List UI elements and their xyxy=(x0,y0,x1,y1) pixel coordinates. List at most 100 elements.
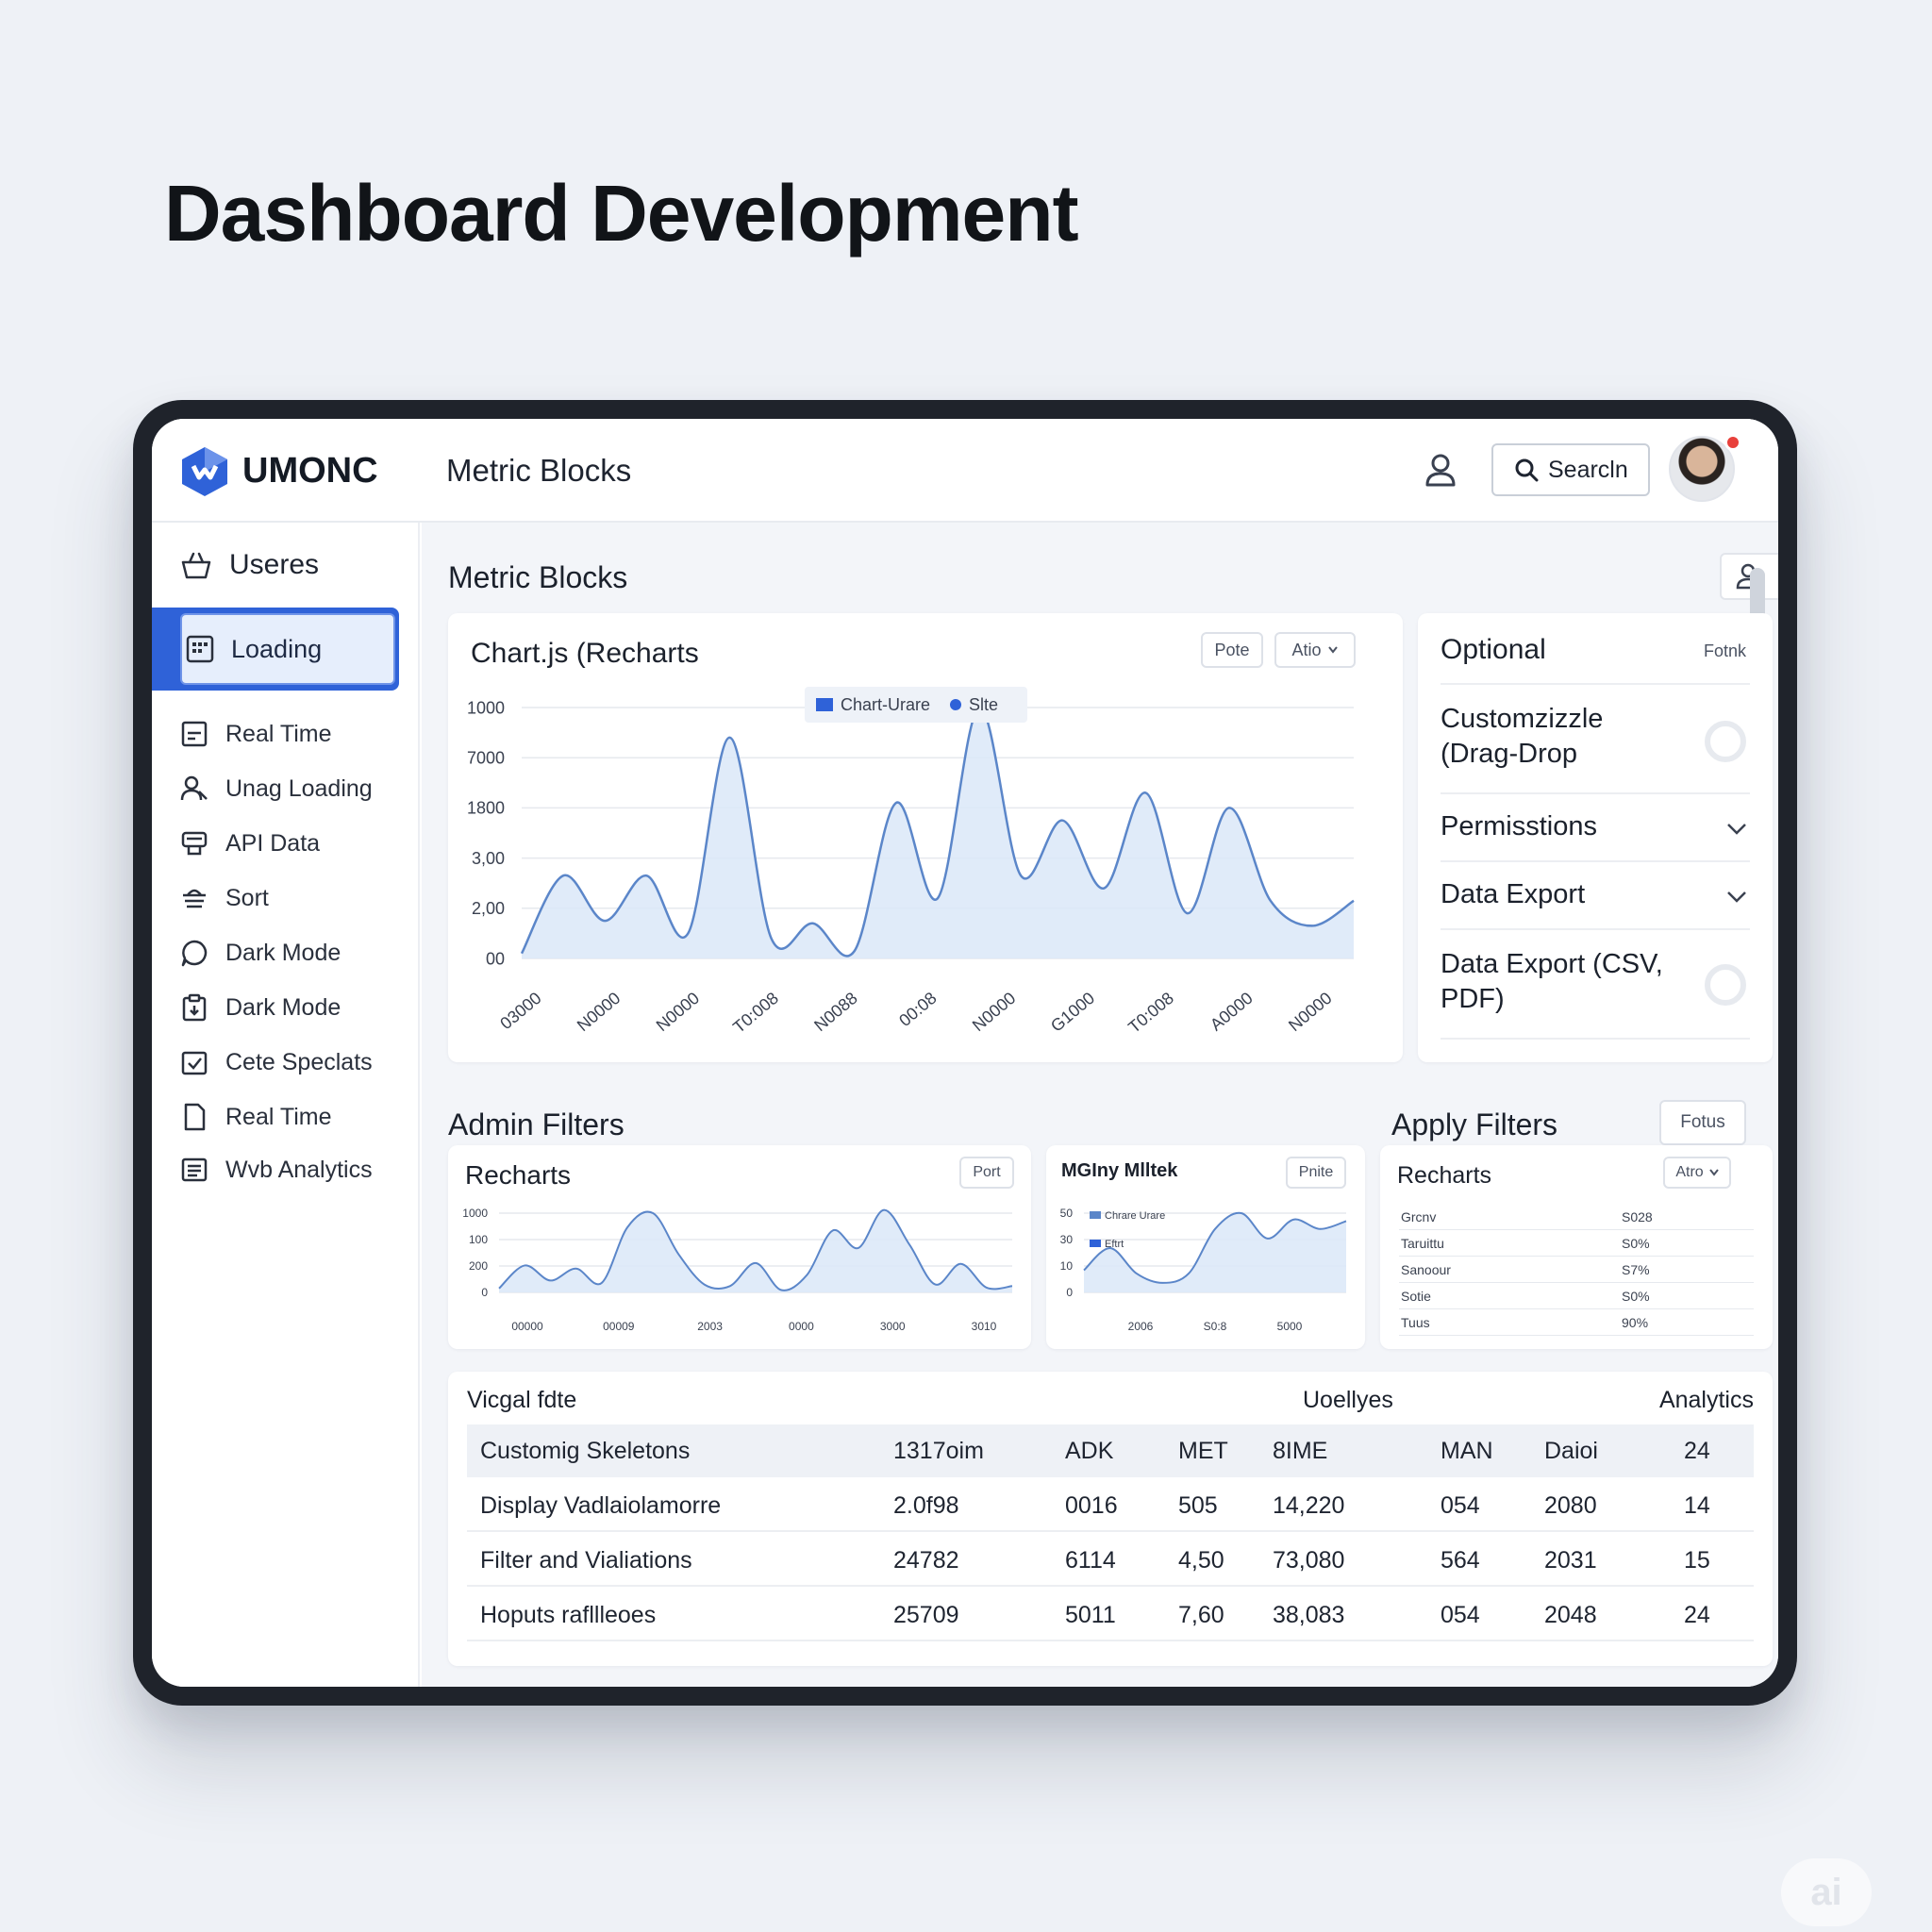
table-label-right: Analytics xyxy=(1658,1387,1754,1413)
option-row-data-export-csv[interactable]: Data Export (CSV, PDF) xyxy=(1441,930,1750,1040)
x-tick-label: N0000 xyxy=(574,989,624,1035)
toggle-ring[interactable] xyxy=(1705,964,1746,1006)
x-tick-label: 2006 xyxy=(1128,1320,1154,1333)
search-label: Searcln xyxy=(1548,456,1628,483)
table-cell: Customig Skeletons xyxy=(480,1438,691,1464)
ai-watermark-icon: ai xyxy=(1781,1858,1872,1926)
sidebar-item-wvb-analytics[interactable]: Wvb Analytics xyxy=(180,1149,373,1191)
table-row[interactable]: Hoputs rafllleoes 25709 5011 7,60 38,083 054 2… xyxy=(467,1589,1754,1641)
x-tick-label: 3000 xyxy=(880,1320,906,1333)
sidebar-item-active[interactable]: Loading xyxy=(152,608,399,691)
x-tick-label: 3010 xyxy=(972,1320,997,1333)
toggle-ring[interactable] xyxy=(1705,721,1746,762)
main-title: Metric Blocks xyxy=(448,560,628,594)
top-bar-title: Metric Blocks xyxy=(446,453,632,488)
x-tick-label: N0088 xyxy=(810,989,860,1035)
option-row-permissions[interactable]: Permisstions xyxy=(1441,794,1750,862)
apply-filters-button[interactable]: Fotus xyxy=(1659,1100,1746,1145)
series-area xyxy=(522,707,1354,958)
atro-dropdown-label: Atro xyxy=(1675,1164,1704,1180)
area-chart-small: 1000100200000000 00009 2003 0000 3000 3010 xyxy=(462,1207,1013,1333)
table-cell: Filter and Vialiations xyxy=(480,1547,692,1574)
table-cell: 14 xyxy=(1684,1492,1710,1519)
pote-button[interactable]: Pote xyxy=(1201,632,1263,668)
table-cell: 14,220 xyxy=(1273,1492,1345,1519)
filter-row[interactable]: Grcnv S028 xyxy=(1399,1206,1754,1230)
app-screen: UMONC Metric Blocks Searcln Useres Loadi… xyxy=(152,419,1778,1687)
sidebar-item-sort[interactable]: Sort xyxy=(180,877,269,919)
filter-row[interactable]: Taruittu S0% xyxy=(1399,1232,1754,1257)
table-cell: ADK xyxy=(1065,1438,1114,1464)
sidebar-item-dark-mode[interactable]: Dark Mode xyxy=(180,932,341,974)
x-tick-label: 00000 xyxy=(511,1320,543,1333)
y-tick-label: 200 xyxy=(469,1259,488,1273)
legend-label: Chart-Urare xyxy=(841,695,930,714)
admin-filters-title: Admin Filters xyxy=(448,1108,625,1141)
table-row[interactable]: Filter and Vialiations 24782 6114 4,50 73,08… xyxy=(467,1534,1754,1587)
filter-value: S0% xyxy=(1622,1236,1650,1251)
user-icon[interactable] xyxy=(1422,451,1459,489)
sort-icon xyxy=(183,889,206,908)
y-tick-label: 3,00 xyxy=(472,849,505,868)
atio-dropdown[interactable]: Atio xyxy=(1274,632,1356,668)
chat-icon xyxy=(181,940,208,967)
data-table-card: Vicgal fdte Uoellyes Analytics Customig … xyxy=(448,1372,1773,1666)
y-tick-label: 1800 xyxy=(467,799,505,818)
option-row-customize[interactable]: Customzizzle (Drag-Drop xyxy=(1441,689,1750,794)
table-cell: 2080 xyxy=(1544,1492,1597,1519)
optional-card-action[interactable]: Fotnk xyxy=(1704,641,1746,661)
sidebar-item-real-time[interactable]: Real Time xyxy=(180,713,332,755)
sidebar-header[interactable]: Useres xyxy=(180,549,319,581)
filter-name: Grcnv xyxy=(1401,1209,1437,1224)
atro-dropdown[interactable]: Atro xyxy=(1663,1157,1731,1189)
x-tick-label: G1000 xyxy=(1047,989,1098,1036)
table-row[interactable]: Display Vadlaiolamorre 2.0f98 0016 505 14,22… xyxy=(467,1479,1754,1532)
mini-card-title: MGIny Mlltek xyxy=(1061,1160,1178,1181)
table-cell: 5011 xyxy=(1065,1602,1116,1628)
table-cell: 0016 xyxy=(1065,1492,1118,1519)
atio-dropdown-label: Atio xyxy=(1291,640,1322,659)
file-icon xyxy=(184,1103,206,1131)
chevron-down-icon xyxy=(1327,646,1338,654)
table-cell: 8IME xyxy=(1273,1438,1328,1464)
filter-row[interactable]: Tuus 90% xyxy=(1399,1311,1754,1336)
chart-card: Chart.js (Recharts Pote Atio 1000 7000 180… xyxy=(448,613,1403,1062)
table-cell: 564 xyxy=(1441,1547,1480,1574)
x-tick-label: N0000 xyxy=(653,989,703,1035)
chart-card-title: Chart.js (Recharts xyxy=(471,638,699,669)
table-cell: 2031 xyxy=(1544,1547,1597,1574)
x-tick-label: 2003 xyxy=(697,1320,723,1333)
search-button[interactable]: Searcln xyxy=(1491,443,1650,496)
filter-row[interactable]: Sotie S0% xyxy=(1399,1285,1754,1309)
pnite-button[interactable]: Pnite xyxy=(1286,1157,1346,1189)
x-tick-label: 00009 xyxy=(603,1320,635,1333)
y-tick-label: 100 xyxy=(469,1233,488,1246)
sidebar-item-label: Loading xyxy=(231,634,323,663)
mini-legend: Chrare Urare Eftrt xyxy=(1090,1210,1165,1250)
table-cell: MET xyxy=(1178,1438,1228,1464)
y-tick-label: 0 xyxy=(1066,1286,1073,1299)
sidebar-item-dark-mode-2[interactable]: Dark Mode xyxy=(180,987,341,1028)
option-row-data-export[interactable]: Data Export xyxy=(1441,862,1750,930)
table-header-row: Customig Skeletons 1317oim ADK MET 8IME MAN Da… xyxy=(467,1424,1754,1477)
main-content: Metric Blocks Chart.js (Recharts Pote At… xyxy=(422,523,1778,1687)
table-label-middle: Uoellyes xyxy=(1303,1387,1393,1413)
sidebar-item-cete-speclats[interactable]: Cete Speclats xyxy=(180,1041,373,1083)
sidebar-item-unag-loading[interactable]: Unag Loading xyxy=(180,768,373,809)
series-area xyxy=(1084,1212,1346,1292)
users-icon xyxy=(180,775,208,801)
table-cell: 1317oim xyxy=(893,1438,984,1464)
table-cell: 73,080 xyxy=(1273,1547,1345,1574)
filter-row[interactable]: Sanoour S7% xyxy=(1399,1258,1754,1283)
table-cell: 7,60 xyxy=(1178,1602,1224,1628)
x-tick-label: 00:08 xyxy=(895,989,940,1030)
port-button[interactable]: Port xyxy=(959,1157,1014,1189)
y-tick-label: 10 xyxy=(1060,1259,1074,1273)
y-tick-label: 0 xyxy=(481,1286,488,1299)
sidebar-item-label: Cete Speclats xyxy=(225,1048,373,1075)
recharts-card: Recharts Port 1000 100 200 0 00000 00009 2003 0… xyxy=(448,1145,1031,1349)
notification-badge xyxy=(1724,434,1741,451)
sidebar-header-label: Useres xyxy=(229,549,320,580)
sidebar-item-real-time-2[interactable]: Real Time xyxy=(180,1096,332,1138)
sidebar-item-api-data[interactable]: API Data xyxy=(180,823,320,864)
